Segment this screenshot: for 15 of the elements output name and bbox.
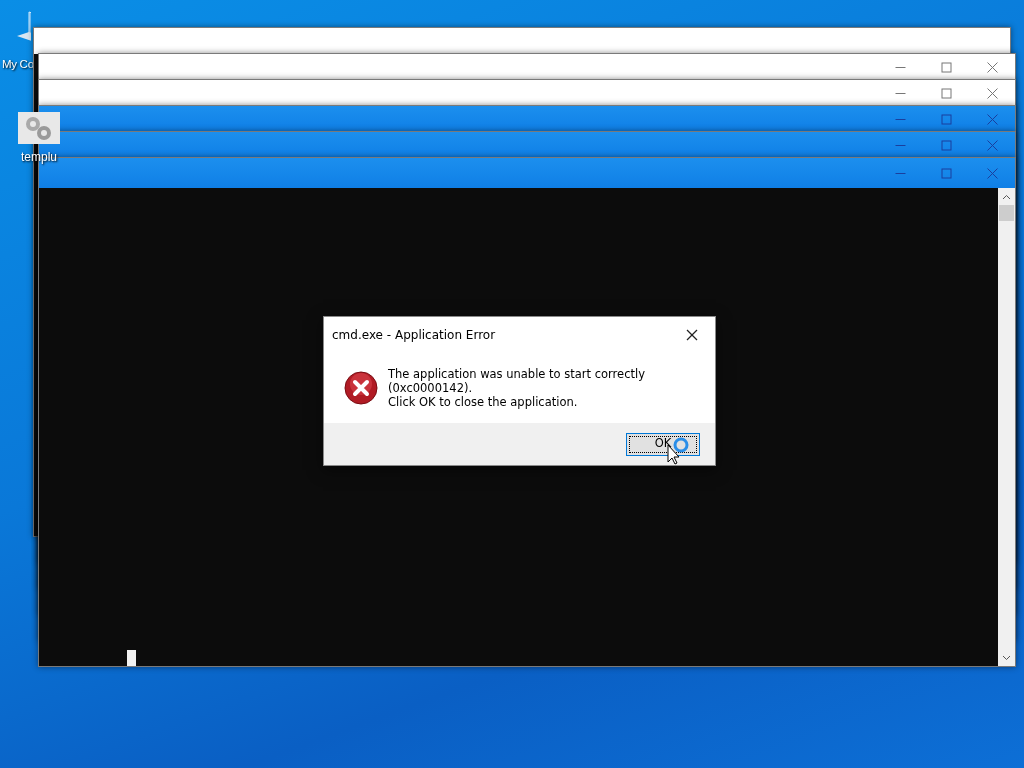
close-button[interactable]: [686, 329, 698, 341]
scroll-thumb[interactable]: [999, 205, 1014, 221]
ok-button[interactable]: OK: [626, 432, 700, 456]
maximize-button[interactable]: [940, 113, 952, 125]
maximize-button[interactable]: [940, 87, 952, 99]
maximize-button[interactable]: [940, 167, 952, 179]
scrollbar[interactable]: [998, 188, 1015, 666]
maximize-button[interactable]: [940, 139, 952, 151]
error-icon: [344, 371, 378, 405]
maximize-button[interactable]: [940, 61, 952, 73]
text-cursor: [127, 650, 136, 666]
dialog-title: cmd.exe - Application Error: [332, 327, 496, 344]
gears-icon[interactable]: [18, 112, 60, 144]
message-text: The application was unable to start correctly (0xc0000142).: [388, 367, 646, 395]
message-text: Click OK to close the application.: [388, 395, 579, 409]
